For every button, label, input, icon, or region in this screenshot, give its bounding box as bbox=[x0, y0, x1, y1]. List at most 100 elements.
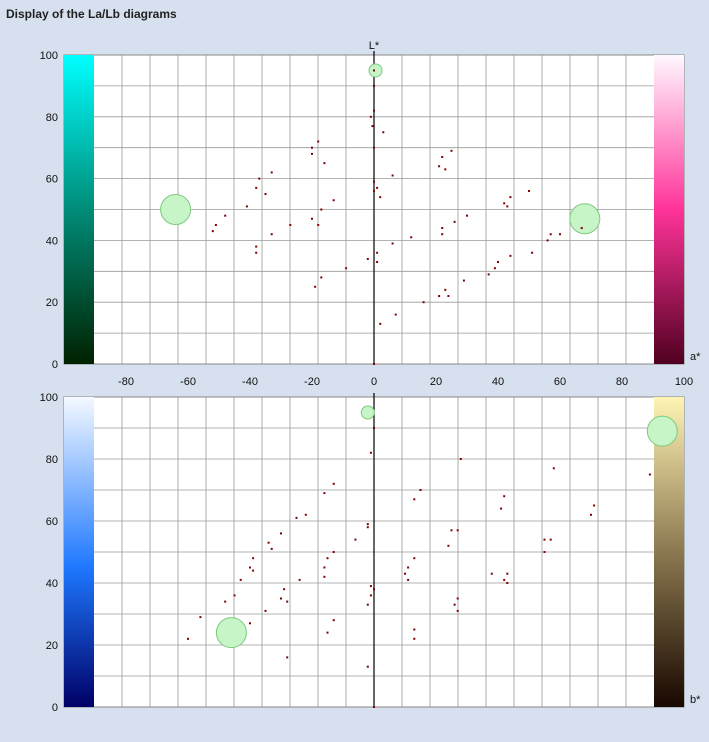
data-point bbox=[255, 251, 258, 254]
data-point bbox=[267, 541, 270, 544]
data-point bbox=[366, 603, 369, 606]
data-point bbox=[580, 227, 583, 230]
data-point bbox=[373, 84, 375, 87]
data-point bbox=[394, 313, 397, 316]
data-point bbox=[453, 603, 456, 606]
data-point bbox=[371, 125, 374, 128]
data-point bbox=[466, 214, 468, 217]
data-point bbox=[366, 526, 369, 529]
data-point bbox=[264, 193, 267, 196]
data-point bbox=[509, 196, 512, 199]
data-point bbox=[407, 566, 410, 569]
data-point bbox=[323, 492, 326, 495]
data-point bbox=[441, 227, 444, 230]
x-tick-label: 60 bbox=[554, 376, 566, 388]
data-point bbox=[326, 557, 329, 560]
data-point bbox=[233, 594, 236, 597]
data-point bbox=[314, 285, 317, 288]
data-point bbox=[295, 516, 298, 519]
data-point bbox=[379, 322, 382, 325]
data-point bbox=[224, 600, 227, 603]
x-tick-label: 40 bbox=[492, 376, 504, 388]
x-tick-label: 20 bbox=[430, 376, 442, 388]
data-point bbox=[298, 578, 301, 581]
data-point bbox=[224, 214, 227, 217]
data-point bbox=[354, 538, 357, 541]
data-point bbox=[549, 233, 552, 236]
data-point bbox=[323, 566, 326, 569]
data-point bbox=[289, 223, 292, 226]
data-point bbox=[407, 578, 410, 581]
highlight-circle bbox=[368, 63, 383, 78]
data-point bbox=[323, 575, 326, 578]
data-point bbox=[450, 149, 453, 152]
data-point bbox=[441, 233, 444, 236]
x-axis-label: b* bbox=[690, 694, 701, 706]
data-point bbox=[199, 616, 202, 619]
data-point bbox=[543, 538, 546, 541]
data-point bbox=[503, 578, 506, 581]
y-tick-label: 20 bbox=[46, 297, 58, 309]
data-point bbox=[264, 609, 267, 612]
data-point bbox=[270, 171, 273, 174]
data-point bbox=[531, 251, 534, 254]
data-point bbox=[270, 233, 273, 236]
data-point bbox=[503, 495, 506, 498]
data-point bbox=[373, 427, 375, 429]
data-point bbox=[493, 267, 496, 270]
data-point bbox=[444, 168, 447, 171]
data-point bbox=[506, 572, 509, 575]
data-point bbox=[323, 162, 326, 165]
data-point bbox=[410, 236, 413, 239]
data-point bbox=[239, 578, 242, 581]
data-point bbox=[413, 637, 416, 640]
y-tick-label: 20 bbox=[46, 640, 58, 652]
highlight-circle bbox=[215, 617, 247, 649]
data-point bbox=[413, 557, 416, 560]
data-point bbox=[506, 582, 509, 584]
data-point bbox=[255, 245, 258, 248]
data-point bbox=[332, 619, 335, 622]
left-color-scale bbox=[64, 55, 94, 364]
y-tick-label: 80 bbox=[46, 454, 58, 466]
y-tick-label: 80 bbox=[46, 112, 58, 124]
data-point bbox=[438, 295, 441, 298]
data-point bbox=[286, 656, 289, 659]
data-point bbox=[311, 146, 313, 149]
data-point bbox=[379, 196, 382, 199]
data-point bbox=[373, 363, 375, 365]
x-tick-label: -60 bbox=[180, 376, 196, 388]
data-point bbox=[549, 538, 552, 541]
data-point bbox=[369, 115, 372, 118]
data-point bbox=[413, 498, 416, 501]
right-color-scale bbox=[654, 55, 684, 364]
data-point bbox=[258, 177, 261, 180]
data-point bbox=[373, 146, 375, 149]
data-point bbox=[500, 507, 503, 510]
data-point bbox=[376, 186, 379, 189]
data-point bbox=[528, 189, 530, 192]
data-point bbox=[249, 566, 251, 569]
data-point bbox=[487, 273, 490, 276]
chart-lb: 0 20 40 60 80 100 b* bbox=[40, 392, 701, 714]
chart-la: 0 20 40 60 80 100 -80 -60 -40 -20 0 20 40 60 80 100 L* a* bbox=[40, 40, 701, 388]
y-tick-label: 60 bbox=[46, 174, 58, 186]
data-point bbox=[214, 223, 217, 226]
data-point bbox=[332, 482, 335, 485]
x-axis-label: a* bbox=[690, 351, 701, 363]
data-point bbox=[373, 109, 375, 112]
highlight-circle bbox=[646, 415, 678, 447]
data-point bbox=[593, 504, 596, 507]
data-point bbox=[187, 637, 189, 640]
data-point bbox=[311, 152, 313, 155]
data-point bbox=[320, 208, 323, 211]
data-point bbox=[497, 261, 499, 264]
y-axis-label: L* bbox=[369, 40, 380, 52]
data-point bbox=[422, 301, 425, 304]
data-point bbox=[369, 451, 372, 454]
highlight-circle bbox=[360, 405, 375, 420]
y-tick-label: 100 bbox=[40, 392, 58, 404]
data-point bbox=[373, 588, 375, 591]
data-point bbox=[456, 609, 459, 612]
data-point bbox=[453, 220, 456, 223]
